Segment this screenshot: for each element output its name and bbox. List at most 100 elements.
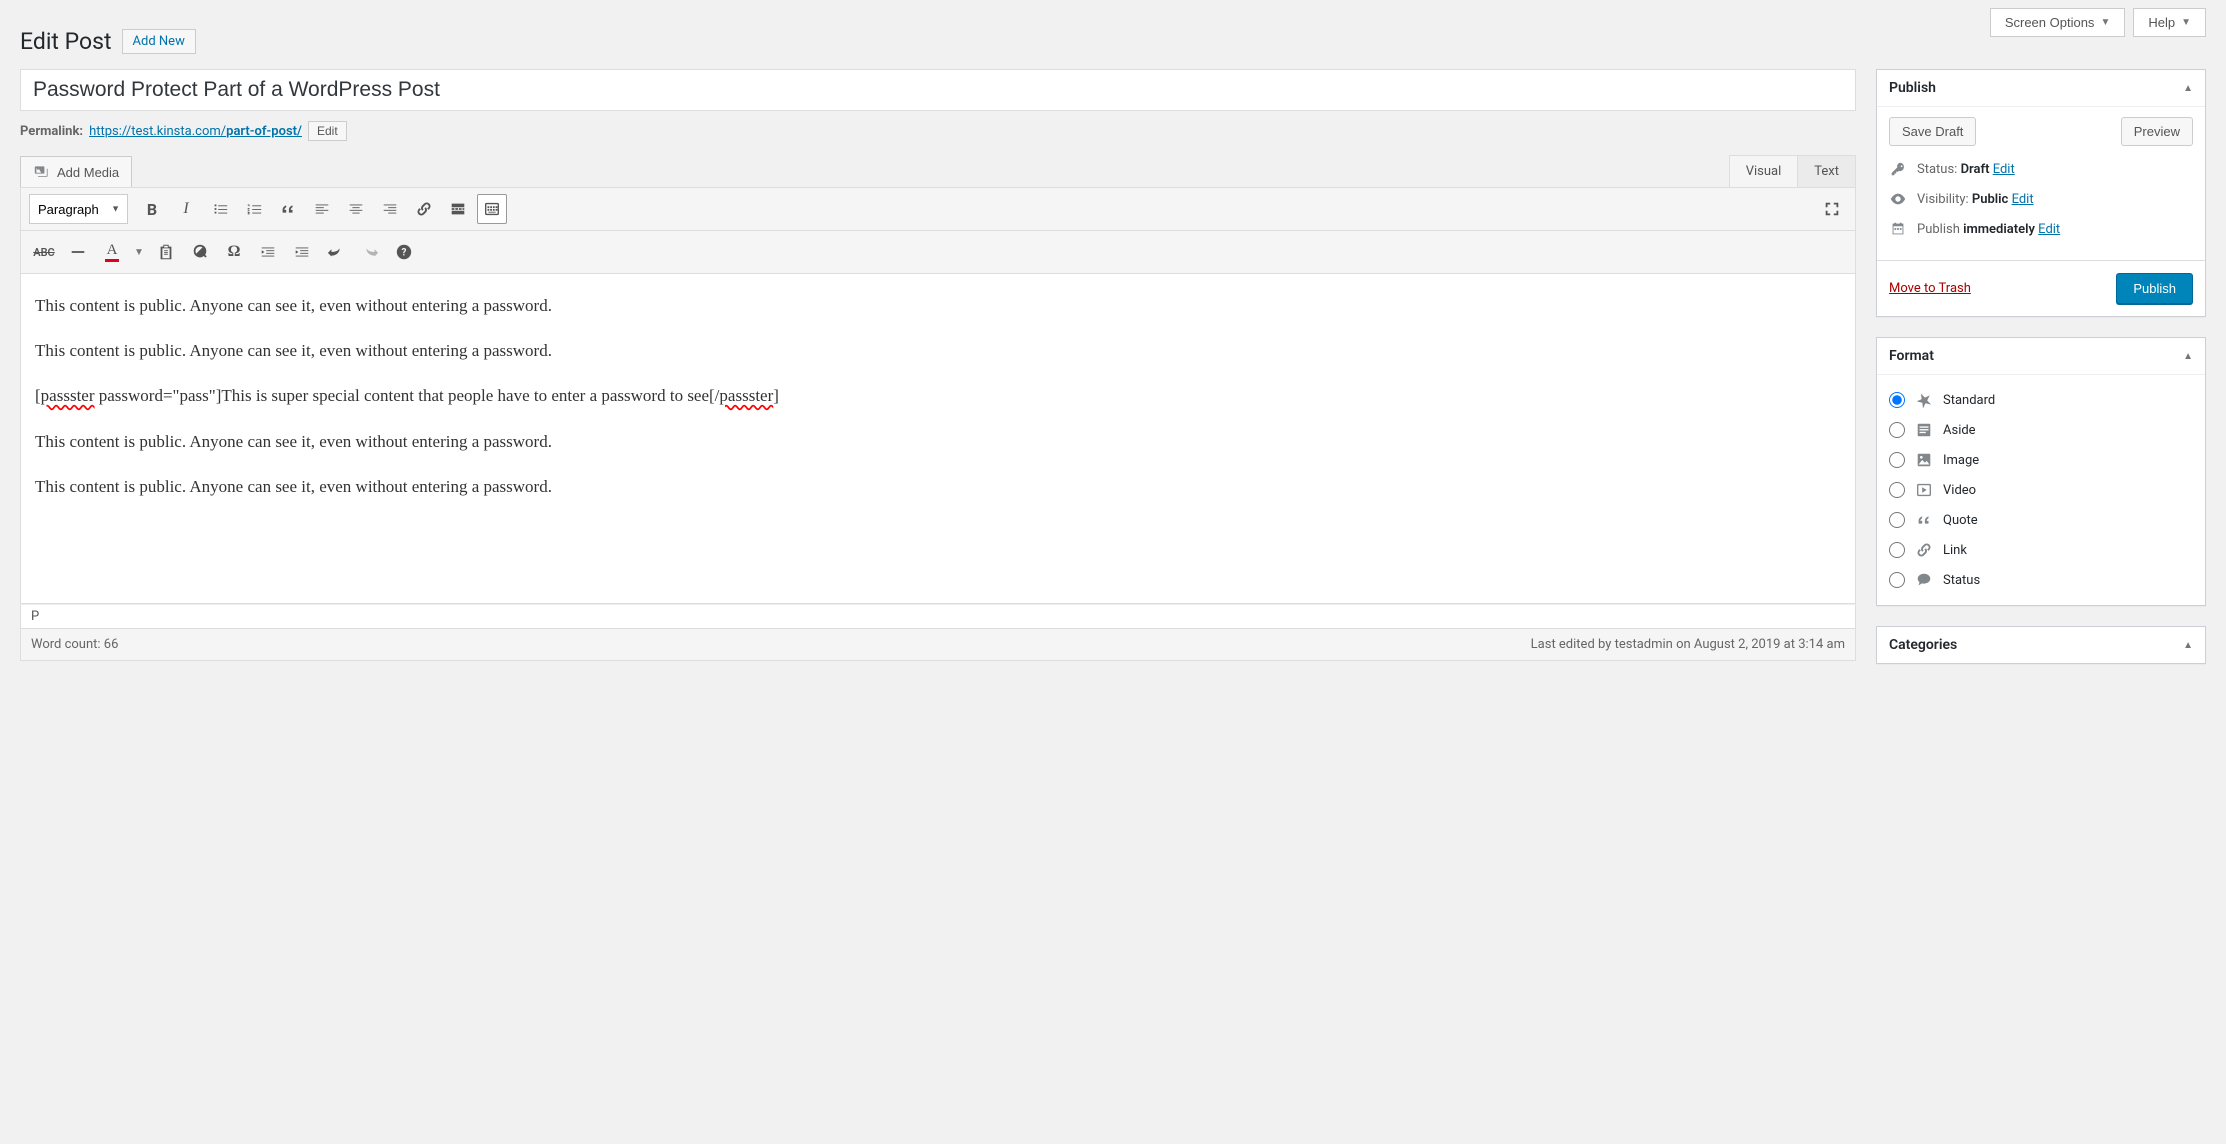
edit-permalink-button[interactable]: Edit [308, 121, 347, 141]
edit-status-link[interactable]: Edit [1993, 162, 2015, 177]
screen-options-label: Screen Options [2005, 15, 2095, 30]
status-value: Draft [1961, 162, 1990, 177]
keyboard-help-button[interactable]: ? [389, 237, 419, 267]
content-paragraph: This content is public. Anyone can see i… [35, 428, 1841, 455]
element-path: P [20, 604, 1856, 629]
toolbar-toggle-button[interactable] [477, 194, 507, 224]
schedule-value: immediately [1963, 222, 2035, 237]
preview-button[interactable]: Preview [2121, 117, 2193, 146]
aside-format-icon [1915, 421, 1933, 439]
publish-box-title: Publish [1889, 80, 1936, 96]
clear-format-button[interactable] [185, 237, 215, 267]
numbered-list-button[interactable] [239, 194, 269, 224]
publish-box: Publish ▲ Save Draft Preview Status: Dra… [1876, 69, 2206, 317]
calendar-icon [1889, 220, 1907, 238]
redo-button[interactable] [355, 237, 385, 267]
permalink-slug: part-of-post/ [226, 124, 302, 139]
content-paragraph: This content is public. Anyone can see i… [35, 473, 1841, 500]
move-to-trash-link[interactable]: Move to Trash [1889, 281, 1971, 296]
media-icon [33, 163, 51, 181]
special-char-button[interactable]: Ω [219, 237, 249, 267]
format-label[interactable]: Standard [1943, 393, 1995, 408]
format-radio[interactable] [1889, 422, 1905, 438]
format-label[interactable]: Image [1943, 453, 1979, 468]
format-radio[interactable] [1889, 542, 1905, 558]
readmore-button[interactable] [443, 194, 473, 224]
publish-button[interactable]: Publish [2116, 273, 2193, 304]
visibility-value: Public [1972, 192, 2008, 207]
categories-box: Categories ▲ [1876, 626, 2206, 664]
edit-visibility-link[interactable]: Edit [2012, 192, 2034, 207]
align-center-button[interactable] [341, 194, 371, 224]
strikethrough-button[interactable]: ABC [29, 237, 59, 267]
quote-format-icon [1915, 511, 1933, 529]
paragraph-format-select[interactable]: Paragraph [29, 194, 128, 224]
fullscreen-button[interactable] [1817, 194, 1847, 224]
edit-schedule-link[interactable]: Edit [2038, 222, 2060, 237]
undo-button[interactable] [321, 237, 351, 267]
tab-visual[interactable]: Visual [1729, 155, 1799, 188]
permalink-base: https://test.kinsta.com/ [89, 124, 226, 139]
align-left-button[interactable] [307, 194, 337, 224]
screen-options-button[interactable]: Screen Options ▼ [1990, 8, 2126, 37]
format-radio[interactable] [1889, 572, 1905, 588]
format-box-title: Format [1889, 348, 1934, 364]
blockquote-button[interactable] [273, 194, 303, 224]
format-radio[interactable] [1889, 452, 1905, 468]
last-edited: Last edited by testadmin on August 2, 20… [1531, 637, 1845, 652]
indent-button[interactable] [287, 237, 317, 267]
format-radio[interactable] [1889, 392, 1905, 408]
format-box: Format ▲ Standard Aside Image Video Quote Lin… [1876, 337, 2206, 606]
add-new-button[interactable]: Add New [122, 29, 196, 54]
svg-text:?: ? [402, 248, 407, 259]
content-paragraph: [passster password="pass"]This is super … [35, 382, 1841, 409]
format-radio[interactable] [1889, 512, 1905, 528]
format-option-video: Video [1889, 475, 2193, 505]
help-label: Help [2148, 15, 2175, 30]
bullet-list-button[interactable] [205, 194, 235, 224]
hr-button[interactable] [63, 237, 93, 267]
format-option-standard: Standard [1889, 385, 2193, 415]
content-paragraph: This content is public. Anyone can see i… [35, 337, 1841, 364]
video-format-icon [1915, 481, 1933, 499]
format-option-quote: Quote [1889, 505, 2193, 535]
link-format-icon [1915, 541, 1933, 559]
link-button[interactable] [409, 194, 439, 224]
post-title-input[interactable] [20, 69, 1856, 111]
format-option-link: Link [1889, 535, 2193, 565]
format-option-image: Image [1889, 445, 2193, 475]
format-radio[interactable] [1889, 482, 1905, 498]
format-option-aside: Aside [1889, 415, 2193, 445]
tab-text[interactable]: Text [1797, 155, 1856, 188]
paste-text-button[interactable] [151, 237, 181, 267]
permalink-row: Permalink: https://test.kinsta.com/part-… [20, 121, 1856, 141]
page-title: Edit Post [20, 28, 112, 55]
standard-format-icon [1915, 391, 1933, 409]
content-paragraph: This content is public. Anyone can see i… [35, 292, 1841, 319]
outdent-button[interactable] [253, 237, 283, 267]
save-draft-button[interactable]: Save Draft [1889, 117, 1976, 146]
spelling-error: passster [41, 386, 95, 405]
format-label[interactable]: Aside [1943, 423, 1976, 438]
format-label[interactable]: Link [1943, 543, 1967, 558]
text-color-chevron[interactable]: ▼ [131, 237, 147, 267]
permalink-url[interactable]: https://test.kinsta.com/part-of-post/ [89, 124, 302, 139]
key-icon [1889, 160, 1907, 178]
add-media-label: Add Media [57, 165, 119, 180]
collapse-icon[interactable]: ▲ [2183, 351, 2193, 362]
collapse-icon[interactable]: ▲ [2183, 83, 2193, 94]
bold-button[interactable]: B [137, 194, 167, 224]
collapse-icon[interactable]: ▲ [2183, 640, 2193, 651]
italic-button[interactable]: I [171, 194, 201, 224]
help-button[interactable]: Help ▼ [2133, 8, 2206, 37]
editor-content[interactable]: This content is public. Anyone can see i… [20, 274, 1856, 604]
text-color-button[interactable]: A [97, 237, 127, 267]
chevron-down-icon: ▼ [2181, 17, 2191, 28]
format-label[interactable]: Quote [1943, 513, 1978, 528]
add-media-button[interactable]: Add Media [20, 156, 132, 188]
spelling-error: passster [719, 386, 773, 405]
format-label[interactable]: Status [1943, 573, 1980, 588]
align-right-button[interactable] [375, 194, 405, 224]
format-label[interactable]: Video [1943, 483, 1976, 498]
chevron-down-icon: ▼ [2100, 17, 2110, 28]
